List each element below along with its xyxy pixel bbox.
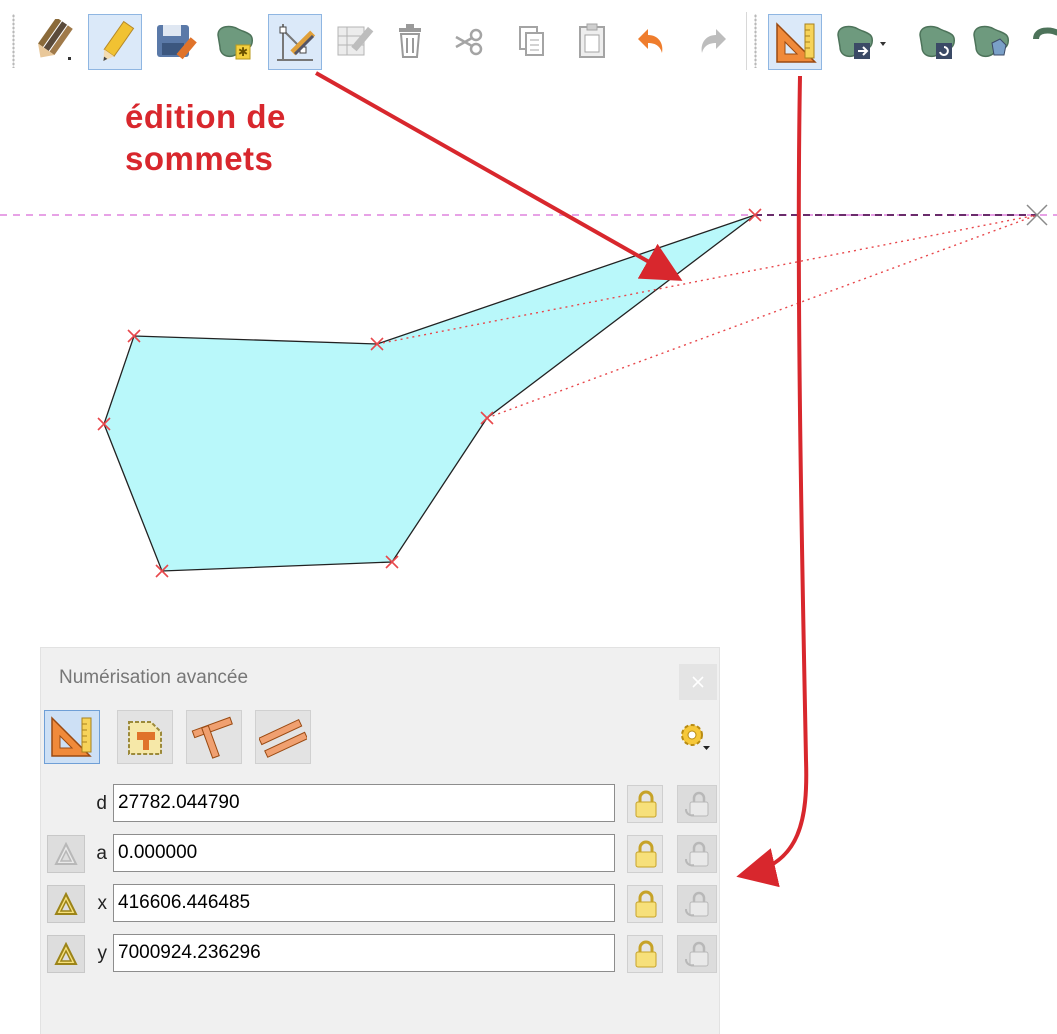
y-repeat-lock-button[interactable] <box>677 935 717 973</box>
x-repeat-lock-button[interactable] <box>677 885 717 923</box>
distance-field[interactable] <box>113 784 615 822</box>
repeating-lock-icon <box>685 841 709 867</box>
distance-repeat-lock-button[interactable] <box>677 785 717 823</box>
parallel-icon <box>259 718 307 758</box>
repeating-lock-icon <box>685 941 709 967</box>
y-field[interactable] <box>113 934 615 972</box>
construction-mode-button[interactable] <box>117 710 173 764</box>
advanced-digitizing-panel: Numérisation avancée d 27782.044790 a 0.… <box>40 647 720 1034</box>
annotation-line-2: sommets <box>125 140 274 177</box>
distance-lock-button[interactable] <box>627 785 663 823</box>
repeating-lock-icon <box>685 791 709 817</box>
annotation-arrow <box>315 71 683 281</box>
annotation-arrow <box>736 75 809 888</box>
annotation-label: édition de sommets <box>125 96 286 180</box>
angle-lock-button[interactable] <box>627 835 663 873</box>
delta-icon <box>54 842 78 865</box>
x-row: x <box>41 883 721 925</box>
perpendicular-icon <box>191 716 233 759</box>
panel-title: Numérisation avancée <box>59 667 249 688</box>
panel-close-button[interactable] <box>679 664 717 700</box>
y-lock-button[interactable] <box>627 935 663 973</box>
x-field[interactable] <box>113 884 615 922</box>
settings-button[interactable] <box>677 719 713 755</box>
delta-icon <box>54 942 78 965</box>
distance-row: d <box>41 783 721 825</box>
angle-repeat-lock-button[interactable] <box>677 835 717 873</box>
cad-enable-button[interactable] <box>44 710 100 764</box>
set-square-icon <box>51 716 92 757</box>
angle-relative-button[interactable] <box>47 835 85 873</box>
gear-icon <box>681 724 710 750</box>
lock-icon <box>635 890 657 918</box>
y-row: y <box>41 933 721 975</box>
lock-icon <box>635 790 657 818</box>
parallel-button[interactable] <box>255 710 311 764</box>
perpendicular-button[interactable] <box>186 710 242 764</box>
lock-icon <box>635 840 657 868</box>
construction-icon <box>128 721 162 755</box>
x-label: x <box>97 893 108 914</box>
close-icon <box>692 676 704 688</box>
delta-icon <box>54 892 78 915</box>
annotation-line-1: édition de <box>125 98 286 135</box>
angle-label: a <box>96 843 107 864</box>
lock-icon <box>635 940 657 968</box>
angle-row: a <box>41 833 721 875</box>
y-label: y <box>97 943 108 964</box>
angle-field[interactable] <box>113 834 615 872</box>
x-relative-button[interactable] <box>47 885 85 923</box>
repeating-lock-icon <box>685 891 709 917</box>
distance-label: d <box>96 793 107 814</box>
y-relative-button[interactable] <box>47 935 85 973</box>
x-lock-button[interactable] <box>627 885 663 923</box>
